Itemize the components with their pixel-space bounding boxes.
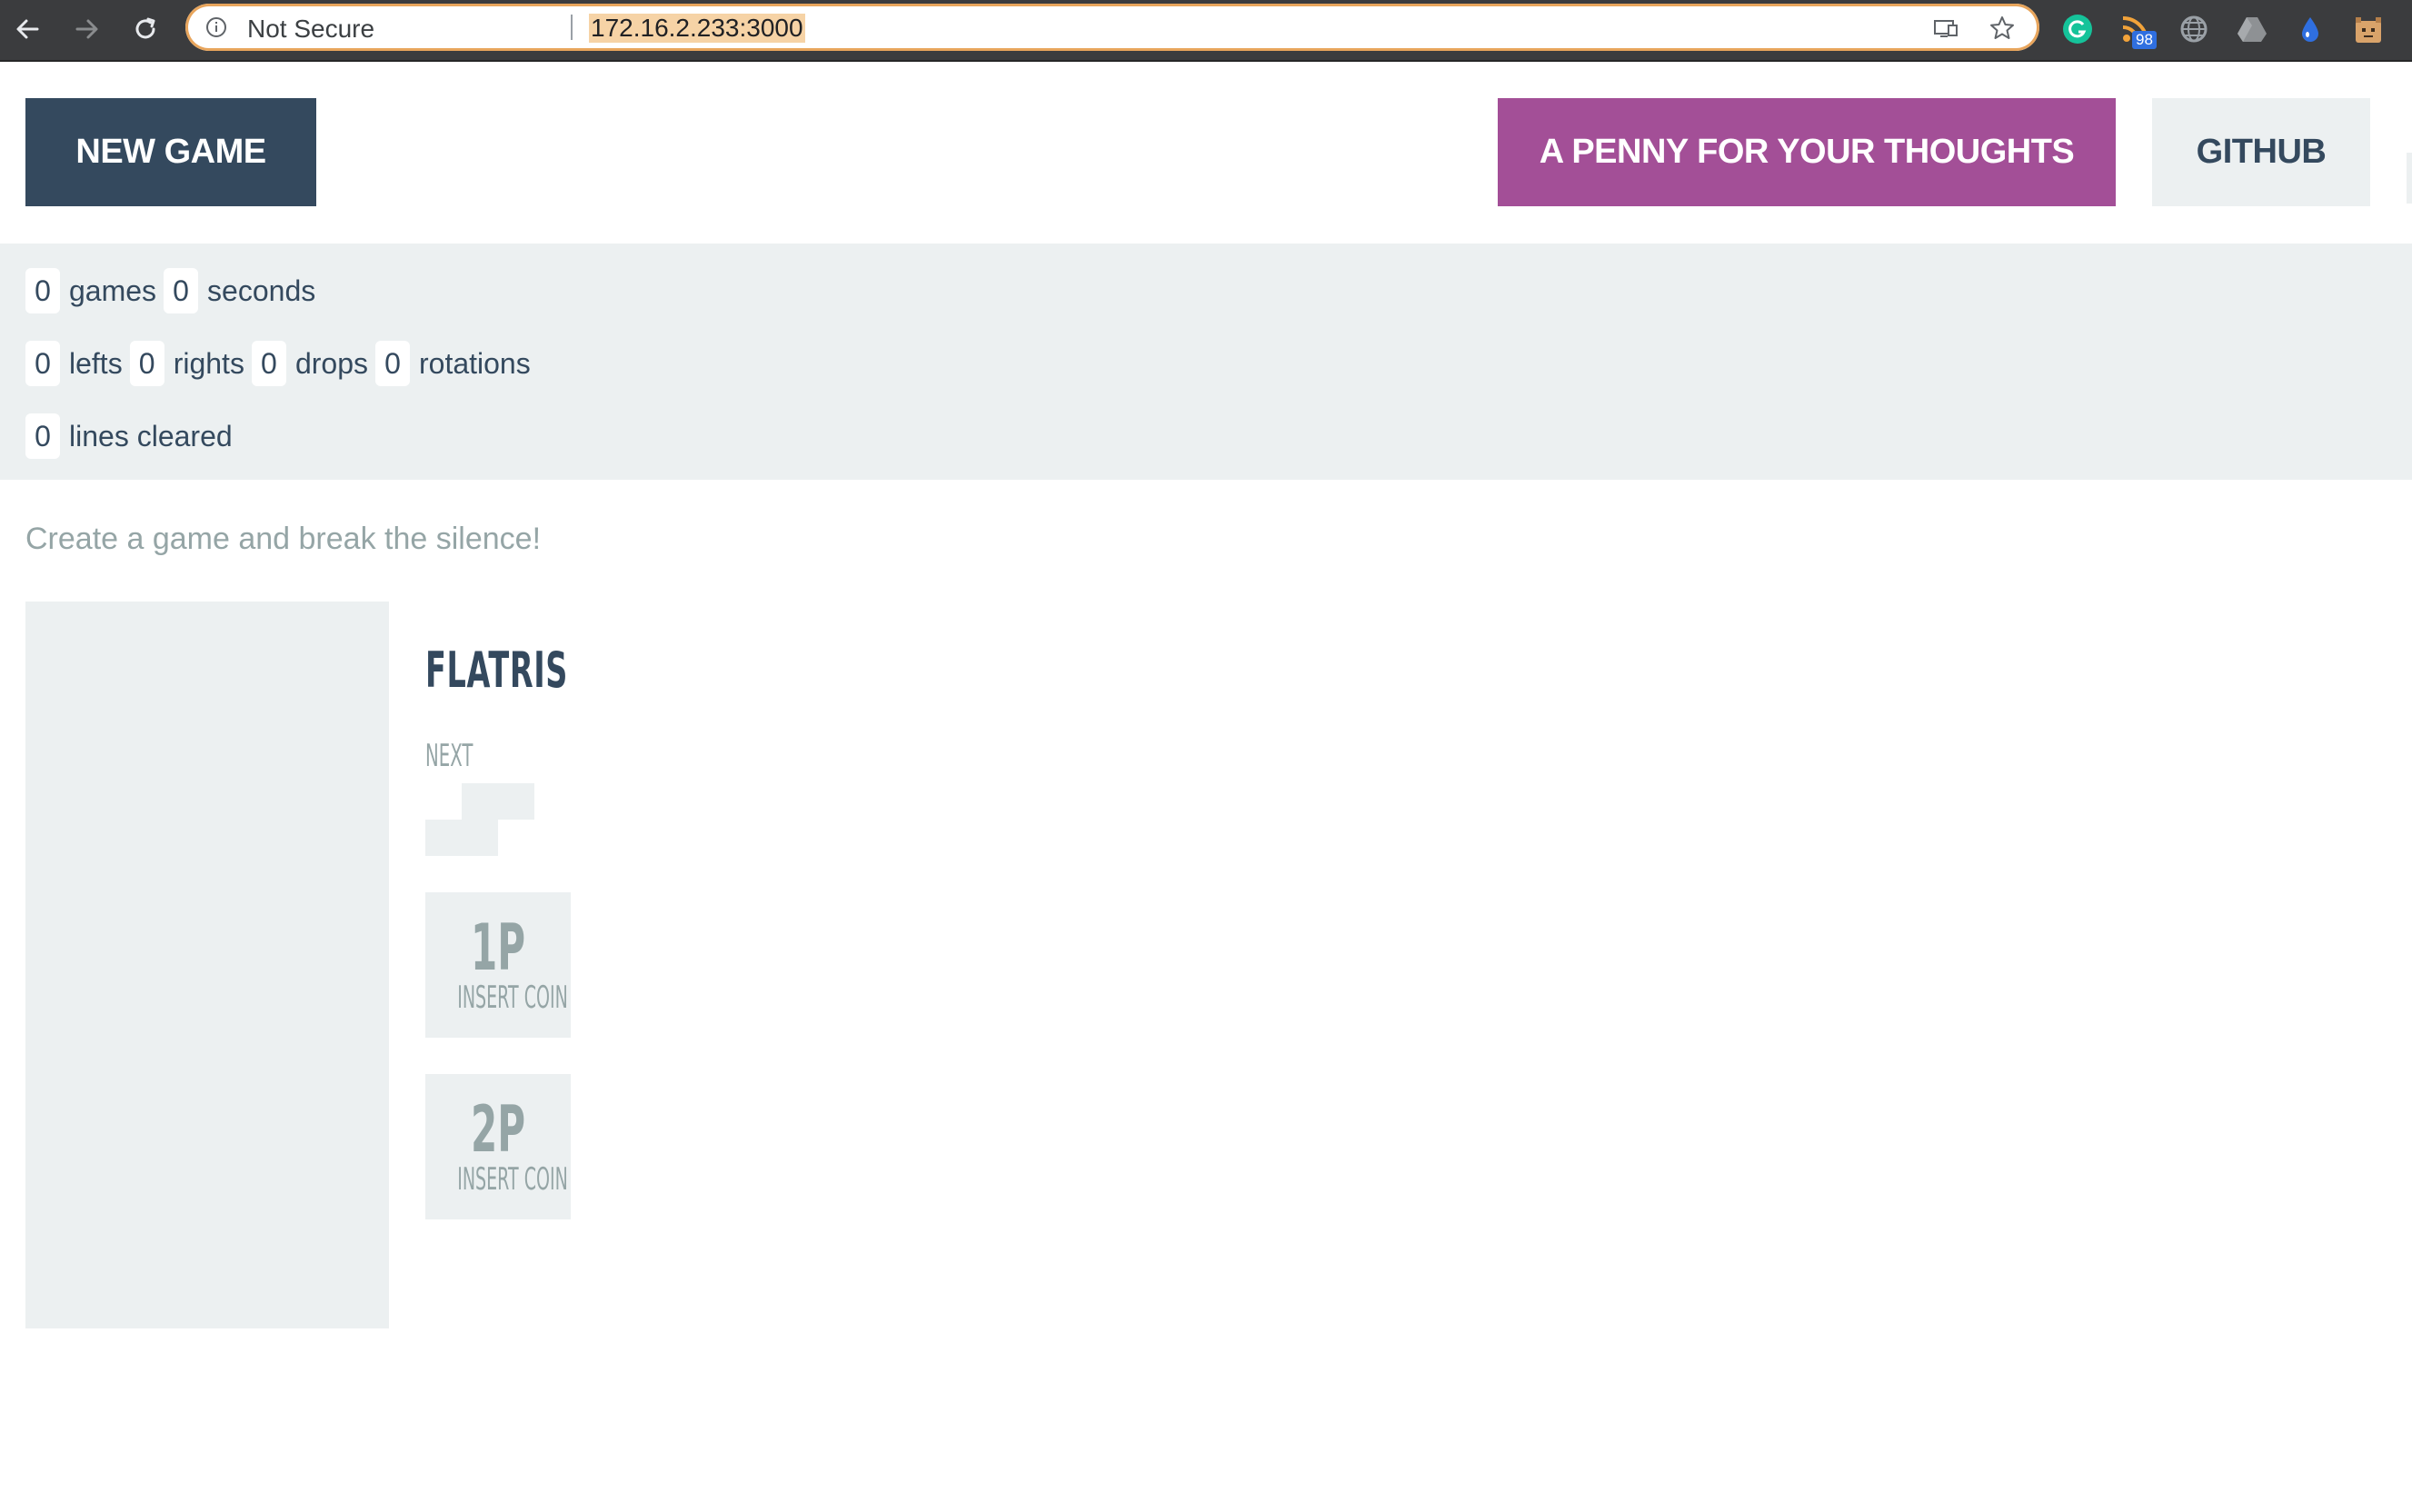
- omnibox-divider: [571, 15, 573, 40]
- rotations-count: 0: [374, 341, 410, 386]
- next-piece-cell: [462, 820, 498, 856]
- lines-cleared-count: 0: [25, 413, 60, 459]
- forward-arrow-icon: [75, 19, 98, 39]
- rights-label: rights: [173, 346, 244, 380]
- rotations-label: rotations: [418, 346, 531, 380]
- drops-count: 0: [251, 341, 286, 386]
- drop-icon[interactable]: [2294, 13, 2327, 45]
- drops-label: drops: [294, 346, 368, 380]
- back-arrow-icon: [16, 19, 39, 39]
- grammarly-icon[interactable]: [2061, 13, 2094, 45]
- lefts-count: 0: [25, 341, 60, 386]
- stats-games-row: 0 games 0 seconds: [25, 267, 323, 314]
- lines-cleared-label: lines cleared: [69, 419, 233, 453]
- url-text[interactable]: 172.16.2.233:3000: [589, 14, 805, 43]
- rss-unread-badge: 98: [2132, 31, 2157, 49]
- player-1-label: 1P: [470, 910, 525, 985]
- next-label: NEXT: [425, 738, 473, 774]
- next-piece-cell: [462, 783, 498, 820]
- reload-icon: [135, 17, 155, 39]
- new-game-button[interactable]: NEW GAME: [25, 98, 316, 206]
- security-label[interactable]: Not Secure: [247, 15, 374, 44]
- player-2-status: INSERT COIN: [457, 1161, 568, 1198]
- player-1-join-button[interactable]: 1P INSERT COIN: [425, 892, 571, 1038]
- reload-button[interactable]: [125, 9, 165, 49]
- robot-icon[interactable]: [2352, 13, 2385, 45]
- lefts-label: lefts: [69, 346, 123, 380]
- stats-moves-row: 0 lefts 0 rights 0 drops 0 rotations: [25, 340, 538, 387]
- next-piece-cell: [425, 820, 462, 856]
- empty-games-message: Create a game and break the silence!: [25, 522, 542, 556]
- globe-icon[interactable]: [2178, 13, 2210, 45]
- game-well: [25, 602, 389, 1328]
- player-2-join-button[interactable]: 2P INSERT COIN: [425, 1074, 571, 1219]
- forward-button[interactable]: [67, 9, 107, 49]
- browser-toolbar: Not Secure 172.16.2.233:3000 98: [0, 0, 2412, 62]
- seconds-count: 0: [164, 268, 199, 313]
- stats-lines-row: 0 lines cleared: [25, 413, 240, 460]
- penny-for-your-thoughts-button[interactable]: A PENNY FOR YOUR THOUGHTS: [1498, 98, 2116, 206]
- games-count: 0: [25, 268, 60, 313]
- github-button[interactable]: GITHUB: [2152, 98, 2370, 206]
- games-label: games: [69, 274, 157, 307]
- offscreen-button-edge: [2407, 153, 2412, 204]
- rights-count: 0: [129, 341, 164, 386]
- player-2-label: 2P: [470, 1092, 525, 1167]
- next-piece-cell: [498, 783, 534, 820]
- game-title: FLATRIS: [425, 642, 569, 699]
- info-icon[interactable]: [205, 16, 227, 38]
- bookmark-star-icon[interactable]: [1988, 15, 2016, 42]
- address-bar[interactable]: Not Secure 172.16.2.233:3000: [185, 4, 2039, 51]
- cast-icon[interactable]: [1932, 15, 1959, 42]
- drive-icon[interactable]: [2236, 13, 2268, 45]
- player-1-status: INSERT COIN: [457, 980, 568, 1016]
- seconds-label: seconds: [207, 274, 316, 307]
- stats-panel: 0 games 0 seconds 0 lefts 0 rights 0 dro…: [0, 244, 2412, 480]
- back-button[interactable]: [7, 9, 47, 49]
- next-piece-preview: [425, 783, 536, 858]
